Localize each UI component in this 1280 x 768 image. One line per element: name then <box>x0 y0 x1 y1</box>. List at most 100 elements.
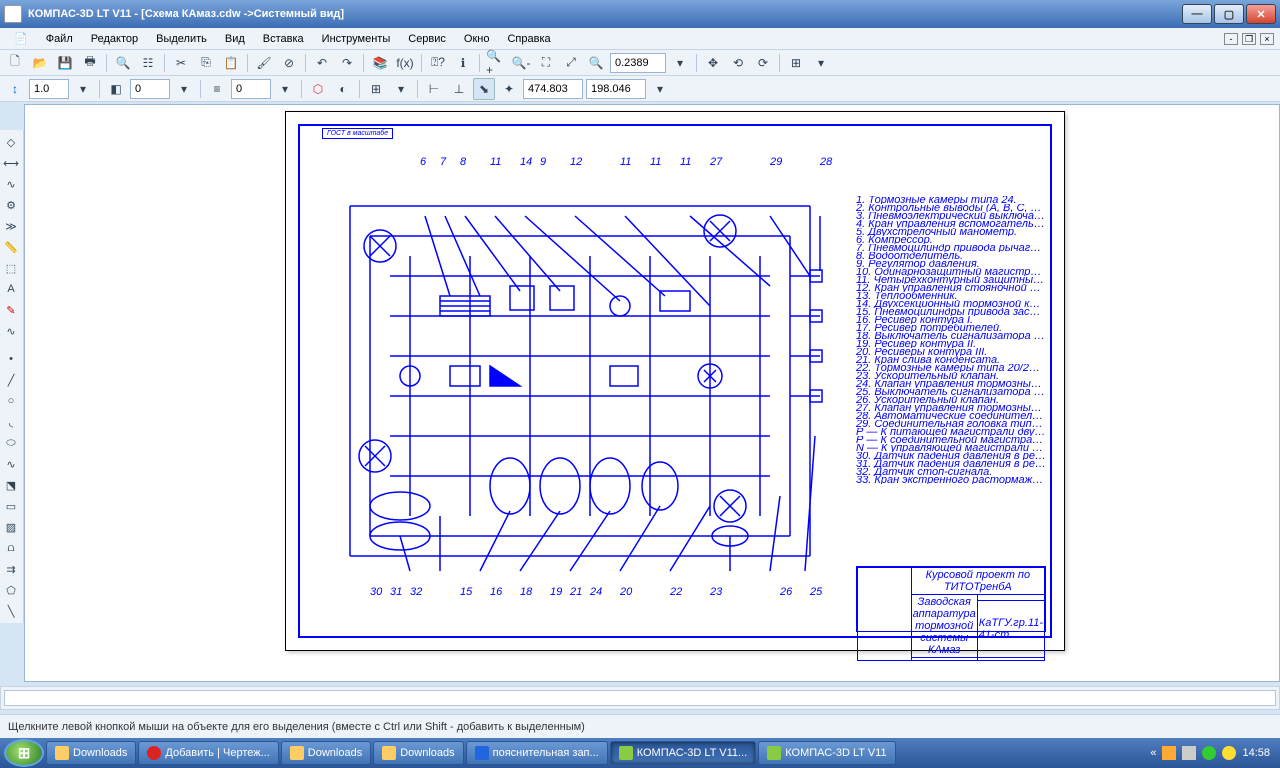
zoom-fit-button[interactable]: ⤢ <box>560 52 582 74</box>
brush-button[interactable]: 🖌 <box>253 52 275 74</box>
menu-view[interactable]: Вид <box>217 31 253 47</box>
zoom-dropdown-button[interactable]: ▾ <box>669 52 691 74</box>
coord-x-input[interactable] <box>523 79 583 99</box>
save-button[interactable]: 💾 <box>54 52 76 74</box>
open-button[interactable]: 📂 <box>29 52 51 74</box>
mdi-minimize-button[interactable]: - <box>1224 33 1238 45</box>
info-button[interactable]: ℹ <box>452 52 474 74</box>
coord-dropdown[interactable]: ▾ <box>649 78 671 100</box>
start-button[interactable]: ⊞ <box>4 739 44 767</box>
menu-tools[interactable]: Инструменты <box>314 31 399 47</box>
paste-button[interactable]: 📋 <box>220 52 242 74</box>
taskbar-item[interactable]: Downloads <box>281 741 371 765</box>
command-input[interactable] <box>4 690 1276 706</box>
drawing-area[interactable]: ГОСТ в масштабе 678 11149 121111 112729 … <box>24 104 1280 682</box>
chamfer-tool-button[interactable]: ⬔ <box>1 475 21 495</box>
arc-tool-button[interactable]: ◟ <box>1 412 21 432</box>
cursor-mode-button[interactable]: ↕ <box>4 78 26 100</box>
spec-panel-button[interactable]: ✎ <box>1 300 21 320</box>
zoom-input[interactable] <box>610 53 666 73</box>
library-button[interactable]: 📚 <box>369 52 391 74</box>
curve-tool-button[interactable]: ∿ <box>1 454 21 474</box>
tray-volume-icon[interactable] <box>1182 746 1196 760</box>
linewidth-input[interactable] <box>29 79 69 99</box>
circle-tool-button[interactable]: ○ <box>1 391 21 411</box>
coord-y-input[interactable] <box>586 79 646 99</box>
refresh-button[interactable]: ⟳ <box>752 52 774 74</box>
fx-button[interactable]: f(x) <box>394 52 416 74</box>
system-tray[interactable]: « 14:58 <box>1144 746 1276 760</box>
select-panel-button[interactable]: ⬚ <box>1 258 21 278</box>
pan-button[interactable]: ✥ <box>702 52 724 74</box>
mdi-restore-button[interactable]: ❐ <box>1242 33 1256 45</box>
copy-button[interactable]: ⎘ <box>195 52 217 74</box>
polyline-tool-button[interactable]: ⩍ <box>1 538 21 558</box>
preview-button[interactable]: 🔍 <box>112 52 134 74</box>
taskbar-item[interactable]: Downloads <box>373 741 463 765</box>
tray-clock[interactable]: 14:58 <box>1242 747 1270 759</box>
style-dropdown[interactable]: ▾ <box>173 78 195 100</box>
edit-panel-button[interactable]: ⚙ <box>1 195 21 215</box>
measure-panel-button[interactable]: 📏 <box>1 237 21 257</box>
close-button[interactable]: ✕ <box>1246 4 1276 24</box>
line-tool-button[interactable]: ╱ <box>1 370 21 390</box>
point-tool-button[interactable]: • <box>1 349 21 369</box>
tray-shield-icon[interactable] <box>1162 746 1176 760</box>
zoom-out-button[interactable]: 🔍- <box>510 52 532 74</box>
geometry-panel-button[interactable]: ◇ <box>1 132 21 152</box>
taskbar-item[interactable]: Downloads <box>46 741 136 765</box>
tray-network-icon[interactable] <box>1222 746 1236 760</box>
zoom-window-button[interactable]: ⛶ <box>535 52 557 74</box>
new-button[interactable]: 🗋 <box>4 52 26 74</box>
rect-tool-button[interactable]: ▭ <box>1 496 21 516</box>
layer-input[interactable] <box>231 79 271 99</box>
minimize-button[interactable]: — <box>1182 4 1212 24</box>
tray-chevron-icon[interactable]: « <box>1150 747 1156 759</box>
linewidth-dropdown[interactable]: ▾ <box>72 78 94 100</box>
layer-dropdown[interactable]: ▾ <box>274 78 296 100</box>
help-context-button[interactable]: ⍰? <box>427 52 449 74</box>
grid-dropdown[interactable]: ▾ <box>390 78 412 100</box>
cancel-button[interactable]: ⊘ <box>278 52 300 74</box>
zoom-scale-button[interactable]: 🔍 <box>585 52 607 74</box>
snap-magnet-icon[interactable]: ⬡ <box>307 78 329 100</box>
app-menu-icon[interactable]: 📄 <box>6 30 36 47</box>
snap-endpoint-icon[interactable]: ◐ <box>332 78 354 100</box>
aux-line-tool-button[interactable]: ╲ <box>1 601 21 621</box>
ortho-v-button[interactable]: ⊥ <box>448 78 470 100</box>
hatch-tool-button[interactable]: ▨ <box>1 517 21 537</box>
zoom-in-button[interactable]: 🔍+ <box>485 52 507 74</box>
taskbar-item-active[interactable]: КОМПАС-3D LT V11... <box>610 741 757 765</box>
print-button[interactable]: 🖶 <box>79 52 101 74</box>
style-input[interactable] <box>130 79 170 99</box>
undo-button[interactable]: ↶ <box>311 52 333 74</box>
menu-window[interactable]: Окно <box>456 31 498 47</box>
menu-edit[interactable]: Редактор <box>83 31 146 47</box>
redo-button[interactable]: ↷ <box>336 52 358 74</box>
taskbar-item[interactable]: КОМПАС-3D LT V11 <box>758 741 895 765</box>
taskbar-item[interactable]: пояснительная зап... <box>466 741 608 765</box>
menu-help[interactable]: Справка <box>499 31 558 47</box>
ortho-button[interactable]: ⬊ <box>473 78 495 100</box>
style-button[interactable]: ◧ <box>105 78 127 100</box>
notation-panel-button[interactable]: ∿ <box>1 174 21 194</box>
menu-select[interactable]: Выделить <box>148 31 215 47</box>
spline-button[interactable]: ∿ <box>1 321 21 341</box>
ortho-h-button[interactable]: ⊢ <box>423 78 445 100</box>
offset-tool-button[interactable]: ⇉ <box>1 559 21 579</box>
maximize-button[interactable]: ▢ <box>1214 4 1244 24</box>
ellipse-tool-button[interactable]: ⬭ <box>1 433 21 453</box>
windows-button[interactable]: ⊞ <box>785 52 807 74</box>
grid-button[interactable]: ⊞ <box>365 78 387 100</box>
menu-service[interactable]: Сервис <box>400 31 454 47</box>
properties-button[interactable]: ☷ <box>137 52 159 74</box>
layer-button[interactable]: ≡ <box>206 78 228 100</box>
rotate-button[interactable]: ⟲ <box>727 52 749 74</box>
text-panel-button[interactable]: A <box>1 279 21 299</box>
contour-tool-button[interactable]: ⬠ <box>1 580 21 600</box>
more-button[interactable]: ▾ <box>810 52 832 74</box>
dimension-panel-button[interactable]: ⟷ <box>1 153 21 173</box>
param-panel-button[interactable]: ≫ <box>1 216 21 236</box>
mdi-close-button[interactable]: × <box>1260 33 1274 45</box>
menu-insert[interactable]: Вставка <box>255 31 312 47</box>
